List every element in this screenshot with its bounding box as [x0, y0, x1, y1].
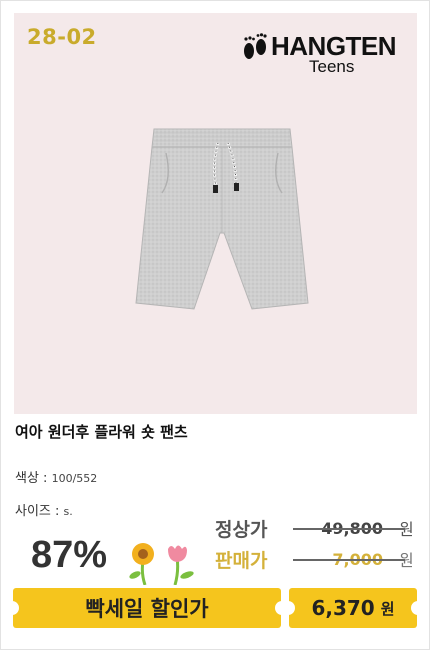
- color-label: 색상 :: [15, 471, 48, 486]
- tulip-icon: [168, 545, 194, 585]
- shorts-image: [135, 128, 309, 310]
- regular-price-value: 49,800: [293, 519, 405, 538]
- sale-banner-label: 빡세일 할인가: [85, 597, 209, 621]
- discount-rate: 87%: [31, 534, 108, 576]
- size-value: s.: [63, 505, 73, 518]
- sale-price-value: 7,000: [293, 550, 405, 569]
- color-info: 색상 : 100/552: [15, 467, 97, 486]
- size-label: 사이즈 :: [15, 504, 60, 519]
- final-price-box[interactable]: 6,370 원: [283, 588, 423, 628]
- brand-sub: Teens: [309, 57, 355, 76]
- product-card[interactable]: 28-02 HANGTEN Teens 여아 원더후 플라워 숏 팬츠 색상:…: [0, 0, 430, 650]
- flowers-decoration: [129, 543, 194, 585]
- product-title[interactable]: 여아 원더후 플라워 숏 팬츠: [15, 421, 188, 442]
- sale-price-label: 판매가: [215, 549, 268, 572]
- product-photo[interactable]: 28-02 HANGTEN Teens: [14, 13, 417, 414]
- product-code: 28-02: [27, 25, 97, 49]
- sale-banner[interactable]: 빡세일 할인가: [7, 588, 287, 628]
- size-info: 사이즈 : s.: [15, 500, 73, 519]
- color-value: 100/552: [51, 472, 98, 485]
- final-price-currency: 원: [380, 599, 395, 618]
- final-price-value: 6,370: [311, 596, 375, 620]
- sunflower-icon: [129, 543, 154, 585]
- sale-price-row: 판매가 7,000 원: [215, 546, 414, 572]
- footprint-logo-icon: [244, 33, 267, 59]
- regular-price-row: 정상가 49,800 원: [215, 515, 414, 541]
- brand-logo: HANGTEN Teens: [241, 31, 403, 81]
- regular-price-label: 정상가: [215, 518, 268, 541]
